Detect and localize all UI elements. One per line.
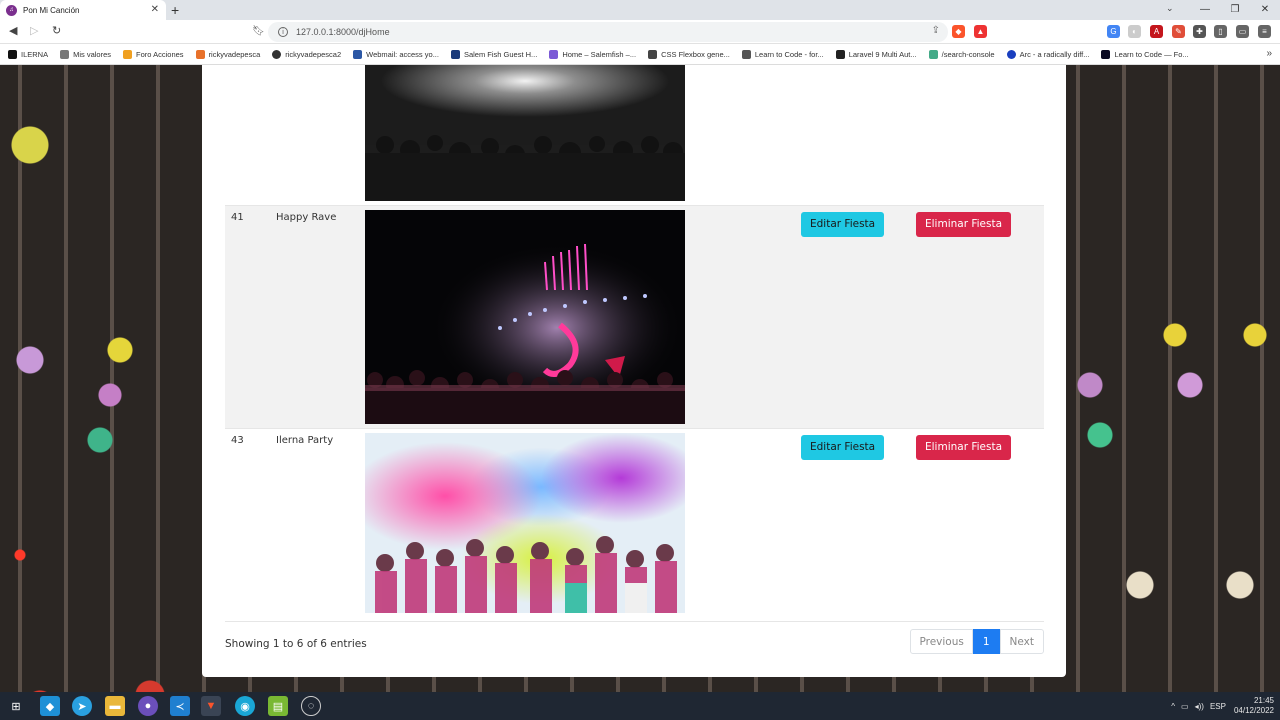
clock[interactable]: 21:45 04/12/2022 xyxy=(1234,696,1274,716)
holi-party-image xyxy=(365,433,685,613)
vscode-icon[interactable]: ≺ xyxy=(170,696,190,716)
bookmark-item[interactable]: Learn to Code - for... xyxy=(741,49,824,59)
brave-browser-icon[interactable]: ▼ xyxy=(201,696,221,716)
sidebar-icon[interactable]: ▯ xyxy=(1214,25,1227,38)
clock-date: 04/12/2022 xyxy=(1233,706,1274,715)
taskbar: ⊞ ◆ ➤ ▬ ● ≺ ▼ ◉ ▤ ◌ ^ ▭ ◂)) ESP 21:45 04… xyxy=(0,692,1280,720)
edge-icon[interactable]: ◉ xyxy=(235,696,255,716)
windows-start-icon[interactable]: ⊞ xyxy=(6,696,26,716)
notepad-icon[interactable]: ▤ xyxy=(268,696,288,716)
extension-icon[interactable]: ◐ xyxy=(1128,25,1141,38)
tab-search-chevron-icon[interactable]: ⌄ xyxy=(1166,3,1174,14)
github-icon[interactable]: ● xyxy=(138,696,158,716)
translate-extension-icon[interactable]: G xyxy=(1107,25,1120,38)
delete-fiesta-button[interactable]: Eliminar Fiesta xyxy=(916,435,1012,460)
fiesta-name xyxy=(270,65,365,206)
delete-cell: Eliminar Fiesta xyxy=(910,205,1044,429)
file-explorer-icon[interactable]: ▬ xyxy=(105,696,125,716)
bookmark-item[interactable]: /search-console xyxy=(928,49,995,59)
site-favicon-icon: ♫ xyxy=(6,4,17,16)
pagination-previous[interactable]: Previous xyxy=(910,629,973,654)
window-controls: — ❐ ✕ xyxy=(1190,0,1280,20)
delete-cell: Eliminar Fiesta xyxy=(910,428,1044,617)
fiestas-card: 41 Happy Rave Editar Fiesta Eliminar Fie… xyxy=(202,65,1066,677)
delete-fiesta-button[interactable]: Eliminar Fiesta xyxy=(916,212,1012,237)
bookmark-item[interactable]: Home – Salemfish –... xyxy=(549,49,636,59)
reload-icon[interactable]: ↻ xyxy=(52,24,61,37)
restore-icon[interactable]: ❐ xyxy=(1220,0,1250,20)
extensions-puzzle-icon[interactable]: ✚ xyxy=(1193,25,1206,38)
fiesta-id: 43 xyxy=(225,428,270,617)
clock-time: 21:45 xyxy=(1253,696,1274,705)
share-icon[interactable]: ⇪ xyxy=(932,25,940,36)
edit-cell: Editar Fiesta xyxy=(795,205,910,429)
browser-tabbar: ♫ Pon Mi Canción ✕ + ⌄ — ❐ ✕ xyxy=(0,0,1280,20)
pagination: Previous 1 Next xyxy=(910,629,1044,654)
bookmark-item[interactable]: Foro Acciones xyxy=(123,49,184,59)
pagination-page-current[interactable]: 1 xyxy=(972,629,1000,654)
fiesta-image-cell xyxy=(365,428,795,617)
pagination-next[interactable]: Next xyxy=(999,629,1044,654)
menu-icon[interactable]: ≡ xyxy=(1258,25,1271,38)
minimize-icon[interactable]: — xyxy=(1190,0,1220,20)
bookmark-item[interactable]: Learn to Code — Fo... xyxy=(1101,49,1189,59)
fiestas-table: 41 Happy Rave Editar Fiesta Eliminar Fie… xyxy=(225,65,1044,617)
fiesta-id: 41 xyxy=(225,205,270,429)
table-footer: Showing 1 to 6 of 6 entries Previous 1 N… xyxy=(225,621,1044,667)
language-indicator[interactable]: ESP xyxy=(1210,702,1226,711)
concert-crowd-image xyxy=(365,65,685,201)
system-tray: ^ ▭ ◂)) ESP 21:45 04/12/2022 xyxy=(1171,692,1274,720)
bookmark-item[interactable]: rickyvadepesca2 xyxy=(272,49,341,59)
fiesta-id xyxy=(225,65,270,206)
edit-cell: Editar Fiesta xyxy=(795,428,910,617)
bookmark-item[interactable]: CSS Flexbox gene... xyxy=(648,49,730,59)
bookmarks-bar: ILERNA Mis valores Foro Acciones rickyva… xyxy=(0,44,1280,65)
rave-lights-image xyxy=(365,210,685,424)
extension-red-icon[interactable]: ✎ xyxy=(1172,25,1185,38)
forward-icon[interactable]: ▷ xyxy=(30,24,38,37)
telegram-icon[interactable]: ➤ xyxy=(72,696,92,716)
page-viewport: 41 Happy Rave Editar Fiesta Eliminar Fie… xyxy=(0,65,1280,692)
fiesta-image-cell xyxy=(365,65,795,206)
app-icon[interactable]: ◆ xyxy=(40,696,60,716)
brave-shield-icon[interactable]: ◆ xyxy=(952,25,965,38)
volume-icon[interactable]: ◂)) xyxy=(1195,702,1204,711)
obs-icon[interactable]: ◌ xyxy=(301,696,321,716)
new-tab-icon[interactable]: + xyxy=(171,2,179,18)
browser-toolbar: ◀ ▷ ↻ 🔖︎ i 127.0.0.1:8000/djHome ⇪ ◆ ▲ G… xyxy=(0,20,1280,44)
bookmark-item[interactable]: ILERNA xyxy=(8,49,48,59)
network-icon[interactable]: ▭ xyxy=(1181,702,1189,711)
bookmark-item[interactable]: Laravel 9 Multi Aut... xyxy=(835,49,917,59)
edit-fiesta-button[interactable]: Editar Fiesta xyxy=(801,212,885,237)
back-icon[interactable]: ◀ xyxy=(9,24,17,37)
address-text: 127.0.0.1:8000/djHome xyxy=(296,27,390,37)
wallet-icon[interactable]: ▭ xyxy=(1236,25,1249,38)
entries-info: Showing 1 to 6 of 6 entries xyxy=(225,638,367,650)
bookmark-icon[interactable]: 🔖︎ xyxy=(252,26,265,37)
tab-title: Pon Mi Canción xyxy=(23,5,80,15)
fiesta-name: Ilerna Party xyxy=(270,428,365,617)
table-row: 41 Happy Rave Editar Fiesta Eliminar Fie… xyxy=(225,205,1044,429)
bookmark-item[interactable]: Mis valores xyxy=(60,49,111,59)
browser-tab-active[interactable]: ♫ Pon Mi Canción ✕ xyxy=(0,0,166,20)
table-row: 43 Ilerna Party Editar Fiesta Eliminar F… xyxy=(225,428,1044,617)
bookmark-item[interactable]: rickyvadepesca xyxy=(195,49,260,59)
bookmark-item[interactable]: Arc - a radically diff... xyxy=(1006,49,1089,59)
edit-fiesta-button[interactable]: Editar Fiesta xyxy=(801,435,885,460)
address-bar[interactable]: i 127.0.0.1:8000/djHome ⇪ xyxy=(268,22,948,42)
bookmarks-more-icon[interactable]: » xyxy=(1266,48,1272,59)
pdf-extension-icon[interactable]: A xyxy=(1150,25,1163,38)
fiesta-image-cell xyxy=(365,205,795,429)
site-info-icon[interactable]: i xyxy=(278,27,288,37)
brave-rewards-icon[interactable]: ▲ xyxy=(974,25,987,38)
delete-cell xyxy=(910,65,1044,206)
bookmark-item[interactable]: Webmail: access yo... xyxy=(353,49,439,59)
edit-cell xyxy=(795,65,910,206)
bookmark-item[interactable]: Salem Fish Guest H... xyxy=(450,49,537,59)
tab-close-icon[interactable]: ✕ xyxy=(151,4,159,15)
window-close-icon[interactable]: ✕ xyxy=(1250,0,1280,20)
fiesta-name: Happy Rave xyxy=(270,205,365,429)
table-row xyxy=(225,65,1044,206)
tray-chevron-icon[interactable]: ^ xyxy=(1171,702,1175,711)
